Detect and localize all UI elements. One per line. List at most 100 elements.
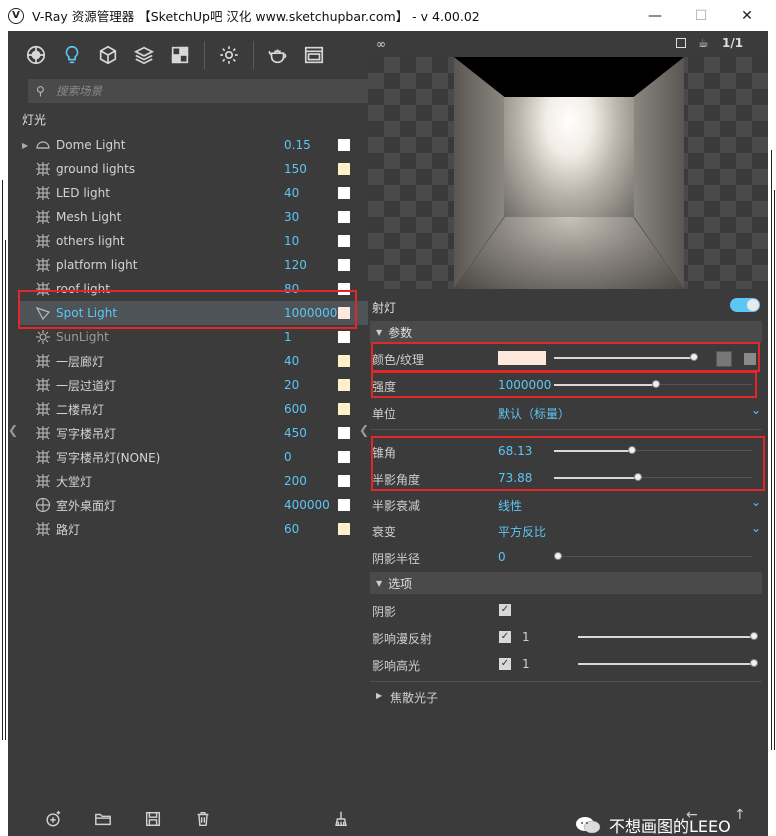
specular-slider-knob[interactable]: [750, 659, 758, 667]
light-list-item[interactable]: platform light 120: [18, 253, 368, 277]
sketch-line: [771, 150, 772, 750]
textures-icon[interactable]: [162, 37, 198, 73]
light-list-item[interactable]: 写字楼吊灯 450: [18, 421, 368, 445]
sphere-light-icon: [34, 448, 52, 466]
light-name: 室外桌面灯: [56, 498, 117, 513]
affect-specular-value[interactable]: 1: [522, 657, 530, 671]
expand-arrow-icon[interactable]: ▶: [22, 141, 28, 150]
search-input[interactable]: [56, 84, 356, 98]
maximize-button[interactable]: ☐: [678, 0, 724, 31]
light-list-item[interactable]: ground lights 150: [18, 157, 368, 181]
light-intensity[interactable]: 150: [284, 162, 307, 176]
expand-triangle-icon: ▼: [376, 578, 383, 588]
chevron-down-icon[interactable]: ⌄: [751, 403, 761, 417]
light-intensity[interactable]: 20: [284, 378, 299, 392]
caustics-group-header[interactable]: ▶ 焦散光子: [368, 683, 768, 709]
light-intensity[interactable]: 200: [284, 474, 307, 488]
light-list-item[interactable]: LED light 40: [18, 181, 368, 205]
save-icon[interactable]: [142, 808, 164, 830]
light-intensity[interactable]: 30: [284, 210, 299, 224]
options-group-header[interactable]: ▼ 选项: [370, 572, 762, 594]
materials-icon[interactable]: [18, 37, 54, 73]
light-color-swatch[interactable]: [338, 499, 350, 511]
light-color-swatch[interactable]: [338, 427, 350, 439]
light-color-swatch[interactable]: [338, 211, 350, 223]
light-list-item[interactable]: ▶ Dome Light 0.15: [18, 133, 368, 157]
light-intensity[interactable]: 450: [284, 426, 307, 440]
decay-label: 衰变: [372, 525, 397, 539]
delete-icon[interactable]: [192, 808, 214, 830]
up-arrow-icon[interactable]: ↑: [734, 807, 746, 823]
chevron-down-icon[interactable]: ⌄: [751, 521, 761, 535]
light-color-swatch[interactable]: [338, 451, 350, 463]
light-intensity[interactable]: 1: [284, 330, 292, 344]
lights-section-label: 灯光: [22, 113, 47, 127]
collapse-left-arrow[interactable]: ❮: [8, 423, 18, 437]
affect-diffuse-value[interactable]: 1: [522, 630, 530, 644]
penumbra-falloff-row: 半影衰减 线性 ⌄: [368, 491, 768, 517]
layers-icon[interactable]: [126, 37, 162, 73]
geometry-icon[interactable]: [90, 37, 126, 73]
light-list-item[interactable]: 写字楼吊灯(NONE) 0: [18, 445, 368, 469]
light-color-swatch[interactable]: [338, 355, 350, 367]
diffuse-slider-knob[interactable]: [750, 632, 758, 640]
shadows-checkbox[interactable]: ✓: [499, 604, 511, 616]
params-group-header[interactable]: ▼ 参数: [370, 321, 762, 343]
light-color-swatch[interactable]: [338, 235, 350, 247]
decay-dropdown[interactable]: 平方反比: [498, 523, 546, 540]
light-list-item[interactable]: 一层过道灯 20: [18, 373, 368, 397]
light-color-swatch[interactable]: [338, 379, 350, 391]
light-intensity[interactable]: 400000: [284, 498, 330, 512]
render-teapot-icon[interactable]: [260, 37, 296, 73]
light-intensity[interactable]: 120: [284, 258, 307, 272]
units-dropdown[interactable]: 默认（标量）: [498, 405, 570, 422]
light-list-item[interactable]: 二楼吊灯 600: [18, 397, 368, 421]
minimize-button[interactable]: —: [632, 0, 678, 31]
light-color-swatch[interactable]: [338, 259, 350, 271]
light-enable-toggle[interactable]: [730, 298, 760, 312]
add-light-icon[interactable]: [42, 808, 64, 830]
light-list-item[interactable]: 路灯 60: [18, 517, 368, 541]
affect-diffuse-checkbox[interactable]: ✓: [499, 631, 511, 643]
preview-ratio[interactable]: 1/1: [722, 36, 743, 50]
penumbra-falloff-dropdown[interactable]: 线性: [498, 497, 522, 514]
light-list-item[interactable]: 室外桌面灯 400000: [18, 493, 368, 517]
light-color-swatch[interactable]: [338, 475, 350, 487]
light-color-swatch[interactable]: [338, 163, 350, 175]
light-intensity[interactable]: 600: [284, 402, 307, 416]
lights-icon[interactable]: [54, 37, 90, 73]
sphere-light-icon: [34, 400, 52, 418]
light-intensity[interactable]: 0.15: [284, 138, 311, 152]
units-label: 单位: [372, 407, 397, 421]
divider: [370, 681, 762, 682]
preview-teapot-icon[interactable]: ☕: [698, 36, 709, 50]
shadow-radius-slider-knob[interactable]: [554, 552, 562, 560]
close-button[interactable]: ✕: [724, 0, 770, 31]
light-color-swatch[interactable]: [338, 331, 350, 343]
shadow-radius-value[interactable]: 0: [498, 550, 506, 564]
preview-link-icon[interactable]: ∞: [376, 37, 386, 51]
chevron-down-icon[interactable]: ⌄: [751, 495, 761, 509]
lights-list: ▶ Dome Light 0.15 ground lights 150 LED light…: [18, 133, 368, 541]
light-intensity[interactable]: 10: [284, 234, 299, 248]
light-color-swatch[interactable]: [338, 523, 350, 535]
light-list-item[interactable]: Mesh Light 30: [18, 205, 368, 229]
open-folder-icon[interactable]: [92, 808, 114, 830]
preview-square-icon[interactable]: [676, 38, 686, 48]
light-color-swatch[interactable]: [338, 139, 350, 151]
light-color-swatch[interactable]: [338, 403, 350, 415]
light-list-item[interactable]: 大堂灯 200: [18, 469, 368, 493]
purge-icon[interactable]: [330, 808, 352, 830]
omni-light-icon: [34, 496, 52, 514]
light-intensity[interactable]: 60: [284, 522, 299, 536]
light-intensity[interactable]: 0: [284, 450, 292, 464]
affect-specular-checkbox[interactable]: ✓: [499, 658, 511, 670]
vray-asset-editor: ⚲ 灯光 ▶ Dome Light 0.15 ground lights 150 LED …: [8, 31, 768, 836]
light-list-item[interactable]: 一层廊灯 40: [18, 349, 368, 373]
settings-icon[interactable]: [211, 37, 247, 73]
light-intensity[interactable]: 40: [284, 186, 299, 200]
light-list-item[interactable]: others light 10: [18, 229, 368, 253]
light-intensity[interactable]: 40: [284, 354, 299, 368]
frame-buffer-icon[interactable]: [296, 37, 332, 73]
light-color-swatch[interactable]: [338, 187, 350, 199]
